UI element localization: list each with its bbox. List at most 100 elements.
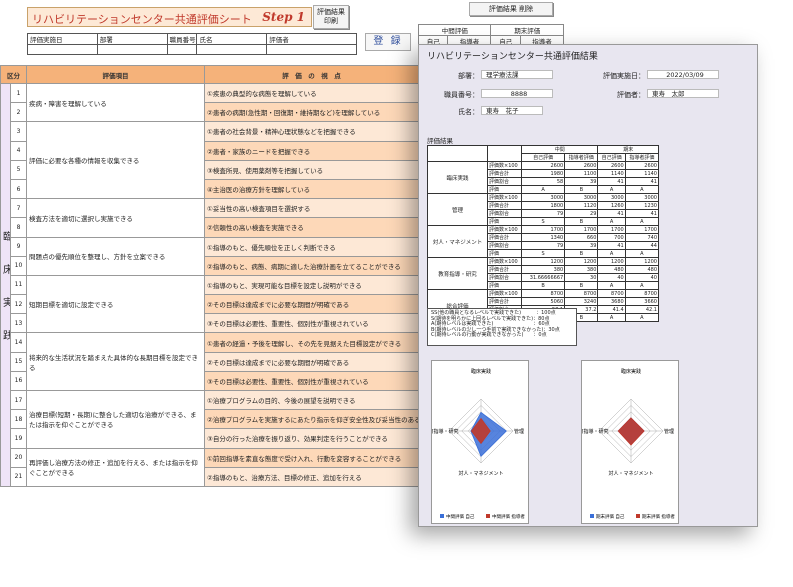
row-number: 19 [10, 428, 27, 449]
row-number: 3 [10, 121, 27, 142]
category-cell: 管理 [427, 193, 488, 226]
evaluation-item: 治療目標(短期・長期)に整合した適切な治療ができる、または指示を仰ぐことができる [26, 390, 205, 449]
metric-label: 評価合計 [487, 201, 522, 210]
radar-chart-end: 臨床実践管理対人・マネジメント 教育指導・研究期末評価 自己 期末評価 指導者 [573, 360, 679, 524]
metric-value: 8700 [597, 289, 626, 298]
metric-value: 41.4 [597, 305, 626, 314]
metric-value: 41 [597, 209, 626, 218]
metric-value: A [624, 281, 660, 290]
row-number: 6 [10, 178, 27, 200]
shimei-value: 東寿 花子 [481, 106, 543, 115]
row-number: 20 [10, 447, 27, 468]
metric-value: 700 [597, 233, 626, 242]
evaluation-row: 20 再評価し治療方法の修正・追加を行える、または指示を仰ぐことができる ①前回指導… [1, 447, 419, 487]
evaluation-viewpoint: ①疾患の典型的な病態を理解している [204, 82, 419, 104]
legend-line: C(期待レベルの行動が実践できなかった) ：0点 [431, 332, 547, 339]
evaluation-viewpoint: ③その目標は必要性、重要性、個別性が重視されている [204, 370, 419, 392]
number-field[interactable] [166, 44, 198, 55]
metric-label: 評価割合 [487, 241, 522, 250]
metric-value: A [597, 185, 626, 194]
row-number: 7 [10, 198, 27, 219]
radar-legend-label: 期末評価 指導者 [642, 513, 675, 520]
evaluation-row: 臨床実践1疾病・障害を理解している①疾患の典型的な病態を理解している [0, 82, 419, 487]
result-row: 管理 評価数×100 3000 3000 3000 3000 [427, 193, 660, 226]
metric-value: 30 [564, 273, 599, 282]
metric-value: 740 [624, 233, 660, 242]
evaluation-viewpoint: ②患者の病期(急性期・回復期・維持期など)を理解している [204, 102, 419, 123]
row-number: 9 [10, 236, 27, 257]
metric-value: 3000 [520, 193, 566, 202]
metric-value: 480 [597, 265, 626, 274]
metric-value: 3000 [624, 193, 660, 202]
print-results-button[interactable]: 評価結果 印刷 [313, 5, 349, 29]
kubun-char: 実 [3, 294, 10, 309]
radar-axis-label: 対人・マネジメント [608, 470, 653, 477]
metric-label: 評価数×100 [487, 161, 522, 170]
metric-value: 8700 [520, 289, 566, 298]
metric-value: 1200 [520, 257, 566, 266]
metric-value: 1100 [564, 169, 599, 178]
row-number: 13 [10, 313, 27, 334]
evaluation-grid: 区分 評価項目 評 価 の 視 点 臨床実践1疾病・障害を理解している①疾患の典… [0, 65, 419, 487]
row-number: 5 [10, 159, 27, 180]
metric-label: 評価割合 [487, 273, 522, 282]
metric-value: S [520, 217, 566, 226]
metric-value: A [624, 185, 660, 194]
header-label-date: 評価実施日 [27, 33, 98, 45]
register-button[interactable]: 登 録 [365, 33, 411, 51]
metric-value: 1200 [624, 257, 660, 266]
shokuin-value: 8888 [481, 89, 553, 98]
metric-value: A [520, 185, 566, 194]
radar-svg-end: 臨床実践管理対人・マネジメント 教育指導・研究期末評価 自己 期末評価 指導者 [573, 368, 675, 520]
evaluation-viewpoint: ③検査所見、使用薬剤等を把握している [204, 159, 419, 180]
metric-label: 評価数×100 [487, 257, 522, 266]
result-row: 教育指導・研究 評価数×100 1200 1200 1200 1200 [427, 257, 660, 290]
evaluator-field[interactable] [266, 44, 357, 55]
blank-cell [487, 145, 522, 162]
metric-value: 1260 [597, 201, 626, 210]
name-field[interactable] [196, 44, 268, 55]
evaluation-item: 短期目標を適切に設定できる [26, 274, 205, 334]
mid-header: 中間 [520, 145, 599, 154]
metric-value: A [597, 217, 626, 226]
evaluation-viewpoint: ②指導のもと、治療方法、目標の修正、追加を行える [204, 466, 419, 487]
sheet-title: リハビリテーションセンター共通評価シート [32, 13, 252, 26]
result-row: 総合評価 評価数×100 8700 8700 8700 8700 [427, 289, 660, 322]
result-table: 中間 期末 自己評価 指導者評価 自己評価 指導者評価 臨床実践 評価数×100 2… [427, 145, 660, 322]
radar-legend-label: 中間評価 自己 [446, 513, 475, 520]
row-number: 10 [10, 255, 27, 276]
metric-value: 3000 [564, 193, 599, 202]
metric-label: 評価数×100 [487, 289, 522, 298]
evaluation-item: 疾病・障害を理解している [26, 82, 205, 123]
metric-value: A [597, 281, 626, 290]
metric-value: 79 [520, 241, 566, 250]
metric-value: 1980 [520, 169, 566, 178]
evaluation-viewpoint: ①治療プログラムの目的、今後の展望を説明できる [204, 389, 419, 411]
metric-value: A [597, 249, 626, 258]
evaluation-row: 7 検査方法を適切に選択し実施できる ①妥当性の高い検査項目を選択する [1, 198, 419, 238]
metric-value: B [564, 185, 599, 194]
metric-value: 42.1 [624, 305, 660, 314]
metric-label: 評価 [487, 217, 522, 226]
delete-results-button[interactable]: 評価結果 削除 [469, 2, 553, 16]
metric-value: 3000 [597, 193, 626, 202]
row-number: 15 [10, 351, 27, 372]
metric-value: 8700 [624, 289, 660, 298]
date-field[interactable] [27, 44, 98, 55]
busho-field[interactable] [96, 44, 168, 55]
evaluation-item: 再評価し治療方法の修正・追加を行える、または指示を仰ぐことができる [26, 447, 205, 487]
metric-value: 39 [564, 177, 599, 186]
header-label-busho: 部署 [96, 33, 168, 45]
evaluation-sheet: リハビリテーションセンター共通評価シート Step 1 評価結果 印刷 評価実施… [0, 0, 419, 587]
metric-label: 評価割合 [487, 177, 522, 186]
result-row: 対人・マネジメント 評価数×100 1700 1700 1700 1700 [427, 225, 660, 258]
item-header: 評価項目 [26, 65, 205, 84]
end-eval-header: 期末評価 [490, 24, 564, 36]
metric-value: 480 [624, 265, 660, 274]
self-header: 自己評価 [597, 153, 626, 162]
metric-value: 3240 [564, 297, 599, 306]
metric-label: 評価割合 [487, 209, 522, 218]
metric-value: A [624, 313, 660, 322]
evaluation-viewpoint: ①患者の経過・予後を理解し、その先を見据えた目標設定ができる [204, 332, 419, 353]
shimei-label: 氏名： [458, 108, 479, 116]
